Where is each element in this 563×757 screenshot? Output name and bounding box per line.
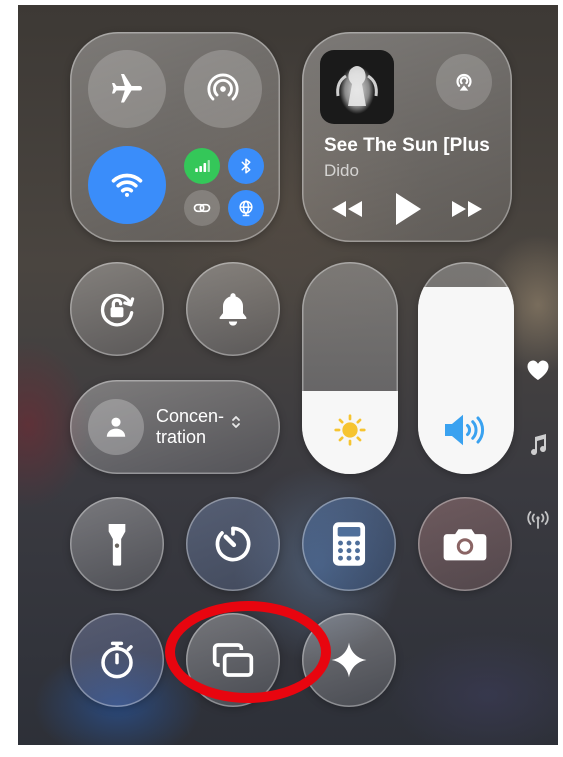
- rewind-icon: [330, 199, 364, 219]
- bell-icon: [213, 289, 253, 329]
- now-playing-module[interactable]: See The Sun [Plus Dido: [302, 32, 512, 242]
- calculator-icon: [332, 521, 366, 567]
- cellular-icon: [193, 157, 211, 175]
- connectivity-module: [70, 32, 280, 242]
- focus-icon-circle: [88, 399, 144, 455]
- silent-mode-button[interactable]: [186, 262, 280, 356]
- track-title: See The Sun [Plus: [324, 135, 490, 156]
- volume-slider[interactable]: [418, 262, 514, 474]
- globe-icon: [236, 198, 256, 218]
- sun-icon: [332, 412, 368, 448]
- wifi-toggle[interactable]: [88, 146, 166, 224]
- bluetooth-icon: [237, 157, 255, 175]
- wifi-icon: [110, 168, 144, 202]
- heart-icon[interactable]: [526, 359, 550, 381]
- cellular-toggle[interactable]: [184, 148, 220, 184]
- play-icon: [394, 192, 422, 226]
- personal-hotspot-toggle[interactable]: [184, 190, 220, 226]
- fast-forward-button[interactable]: [446, 190, 488, 228]
- timer-button[interactable]: [186, 497, 280, 591]
- link-icon: [192, 198, 212, 218]
- brightness-slider[interactable]: [302, 262, 398, 474]
- fast-forward-icon: [450, 199, 484, 219]
- track-artist: Dido: [324, 161, 359, 180]
- airplane-mode-toggle[interactable]: [88, 50, 166, 128]
- sparkle-icon: [329, 640, 369, 680]
- camera-icon: [442, 525, 488, 563]
- play-button[interactable]: [390, 188, 426, 230]
- stopwatch-button[interactable]: [70, 613, 164, 707]
- highlight-annotation-ring: [165, 601, 331, 703]
- airdrop-icon: [206, 72, 240, 106]
- bluetooth-toggle[interactable]: [228, 148, 264, 184]
- music-note-icon[interactable]: [528, 433, 548, 457]
- airdrop-toggle[interactable]: [184, 50, 262, 128]
- vpn-toggle[interactable]: [228, 190, 264, 226]
- rewind-button[interactable]: [326, 190, 368, 228]
- focus-label: Concen- tration: [156, 406, 224, 448]
- rotation-lock-button[interactable]: [70, 262, 164, 356]
- airplay-icon: [451, 69, 477, 95]
- timer-icon: [211, 522, 255, 566]
- airplay-button[interactable]: [436, 54, 492, 110]
- camera-button[interactable]: [418, 497, 512, 591]
- album-artwork: [320, 50, 394, 124]
- rotation-lock-icon: [95, 287, 139, 331]
- calculator-button[interactable]: [302, 497, 396, 591]
- person-icon: [103, 414, 129, 440]
- airplane-icon: [109, 71, 145, 107]
- focus-label-line2: tration: [156, 427, 207, 447]
- flashlight-icon: [107, 522, 127, 566]
- focus-label-line1: Concen-: [156, 406, 225, 426]
- antenna-icon[interactable]: [525, 510, 551, 530]
- stopwatch-icon: [96, 639, 138, 681]
- flashlight-button[interactable]: [70, 497, 164, 591]
- speaker-icon: [442, 412, 490, 448]
- chevron-updown-icon: [230, 413, 242, 431]
- focus-button[interactable]: Concen- tration: [70, 380, 280, 474]
